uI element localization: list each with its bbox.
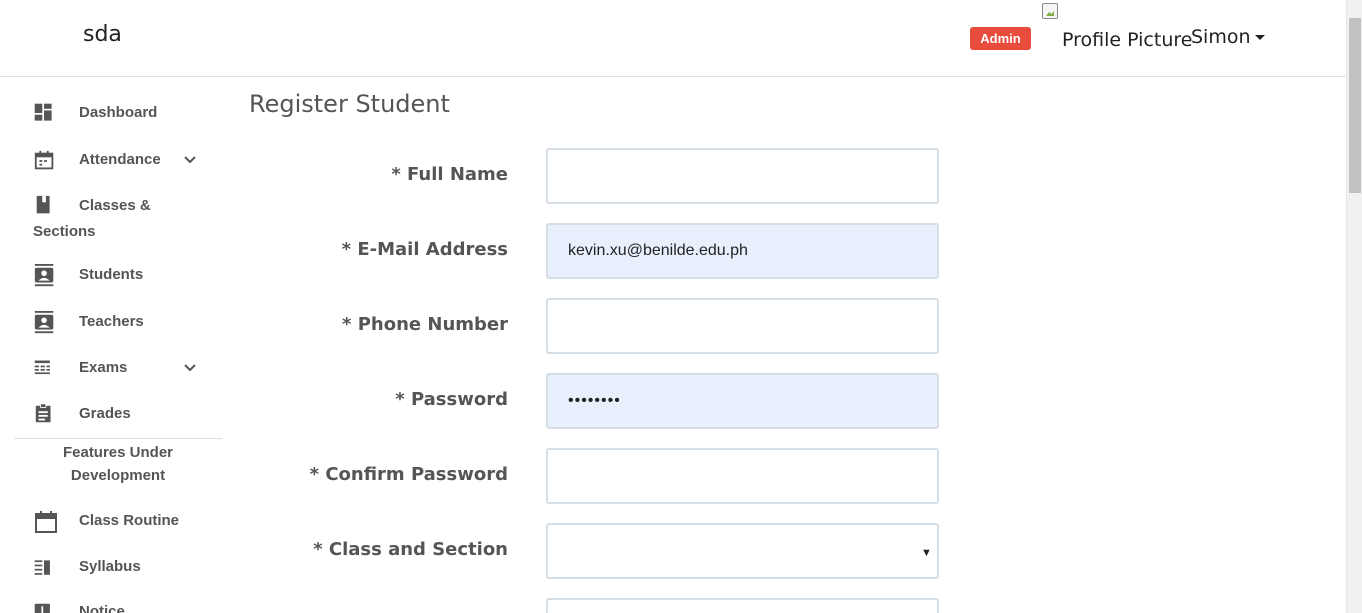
class-section-select[interactable] (546, 523, 939, 579)
notice-icon (34, 603, 50, 613)
caret-down-icon (1254, 35, 1265, 40)
top-navbar: sda Admin Profile Picture Simon (0, 0, 1346, 77)
broken-image-icon (1042, 3, 1062, 23)
sidebar: Dashboard Attendance Classes & Sections … (0, 77, 230, 613)
scrollbar-thumb[interactable] (1349, 18, 1361, 193)
email-input[interactable] (546, 223, 939, 279)
calendar-blank-icon (35, 511, 57, 533)
page-title: Register Student (249, 90, 450, 118)
sidebar-item-label: Attendance (79, 151, 161, 168)
full-name-input[interactable] (546, 148, 939, 204)
password-input[interactable] (546, 373, 939, 429)
role-badge: Admin (970, 27, 1031, 50)
calendar-icon (34, 150, 54, 170)
class-section-label: * Class and Section (313, 539, 508, 560)
sidebar-item-label: Students (79, 266, 144, 283)
next-field-input[interactable] (546, 598, 939, 613)
sidebar-divider (14, 438, 222, 439)
sidebar-item-label: Exams (79, 359, 128, 376)
sidebar-item-classes-sections[interactable]: Classes & Sections (33, 193, 223, 243)
full-name-label: * Full Name (391, 164, 508, 185)
phone-input[interactable] (546, 298, 939, 354)
book-icon (36, 195, 50, 214)
sidebar-item-label: Dashboard (79, 104, 158, 121)
sidebar-item-label: Notice (79, 603, 125, 613)
phone-label: * Phone Number (342, 314, 508, 335)
user-menu-dropdown[interactable]: Simon (1191, 26, 1265, 48)
sidebar-item-label-line2: Sections (33, 223, 96, 240)
sidebar-item-label: Teachers (79, 313, 144, 330)
confirm-password-label: * Confirm Password (309, 464, 508, 485)
sidebar-item-label: Class Routine (79, 512, 180, 529)
confirm-password-input[interactable] (546, 448, 939, 504)
contact-card-icon (34, 264, 54, 287)
section-heading: Features Under Development (62, 444, 174, 484)
syllabus-icon (34, 560, 50, 575)
sidebar-item-label: Classes & (79, 197, 151, 214)
chevron-down-icon[interactable] (183, 153, 197, 167)
sidebar-item-label: Grades (79, 405, 131, 422)
sidebar-item-label: Syllabus (79, 558, 141, 575)
page-scrollbar[interactable] (1346, 0, 1362, 613)
contact-card-icon (34, 311, 54, 334)
brand-name[interactable]: sda (83, 22, 122, 47)
clipboard-icon (35, 403, 51, 423)
email-label: * E-Mail Address (341, 239, 508, 260)
profile-picture-alt[interactable]: Profile Picture (1062, 29, 1192, 51)
dashboard-icon (34, 103, 52, 121)
password-label: * Password (395, 389, 508, 410)
exam-list-icon (34, 360, 50, 375)
select-caret-icon: ▼ (921, 547, 932, 559)
chevron-down-icon[interactable] (183, 361, 197, 375)
user-name: Simon (1191, 26, 1251, 48)
